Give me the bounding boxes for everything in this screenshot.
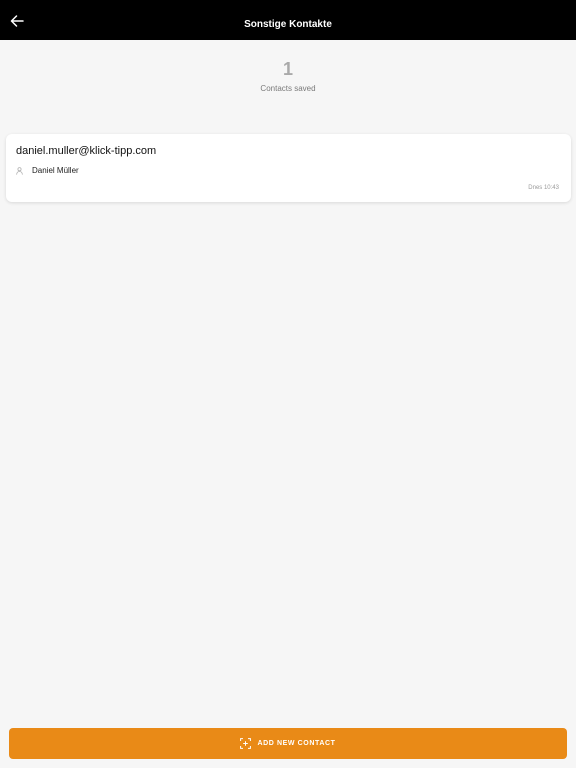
contact-card[interactable]: daniel.muller@klick-tipp.com Daniel Müll… [6, 134, 571, 202]
contact-name-row: Daniel Müller [16, 166, 79, 175]
contacts-count: 1 [282, 59, 293, 79]
contacts-summary: 1 Contacts saved [0, 58, 576, 94]
top-bar: Sonstige Kontakte [0, 0, 576, 40]
add-new-contact-button[interactable]: ADD NEW CONTACT [9, 728, 567, 759]
person-icon [16, 166, 23, 175]
contacts-count-label: Contacts saved [260, 84, 316, 93]
contact-email: daniel.muller@klick-tipp.com [16, 145, 157, 157]
screen: Sonstige Kontakte 1 Contacts saved danie… [0, 0, 576, 768]
add-new-contact-label: ADD NEW CONTACT [257, 740, 336, 747]
contact-name: Daniel Müller [32, 166, 79, 175]
contact-timestamp: Dnes 10:43 [528, 185, 559, 191]
page-title: Sonstige Kontakte [244, 19, 332, 30]
scan-add-icon [240, 738, 252, 749]
